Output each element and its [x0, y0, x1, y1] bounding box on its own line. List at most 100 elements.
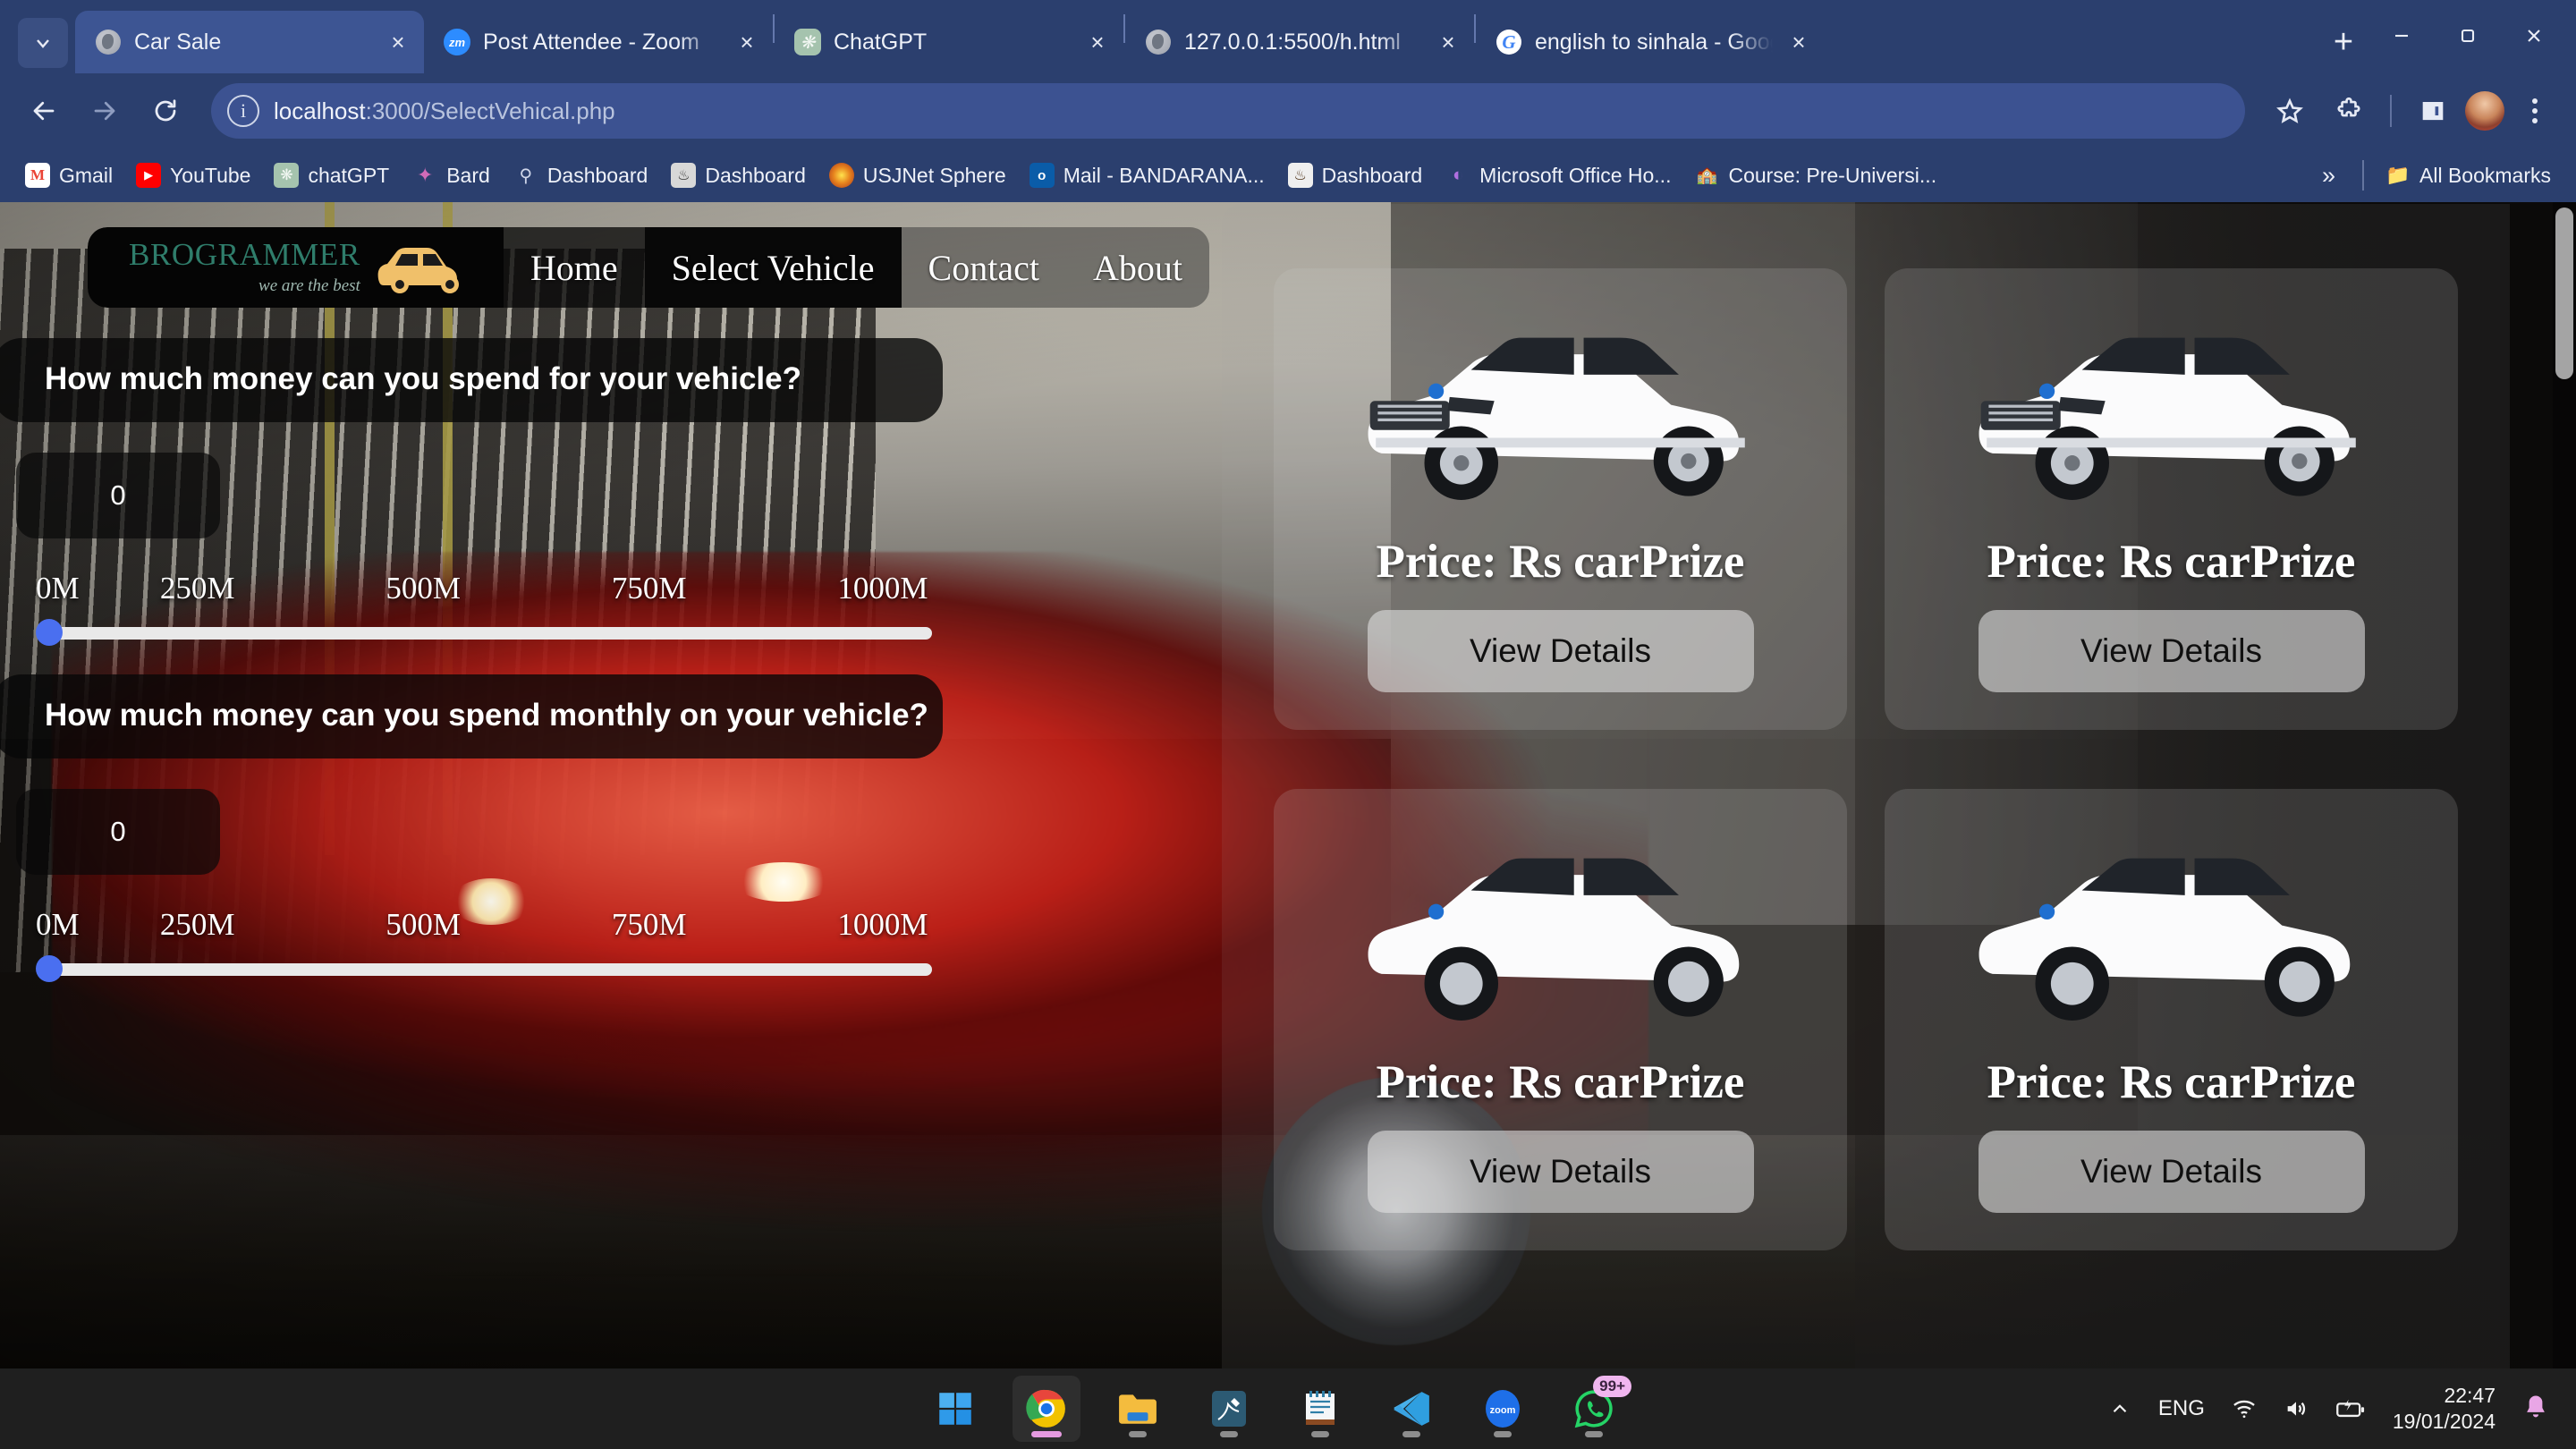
browser-tab-google-search[interactable]: G english to sinhala - Google Sea ×: [1476, 11, 1825, 73]
info-icon[interactable]: i: [227, 95, 259, 127]
side-panel-button[interactable]: [2406, 84, 2460, 138]
bookmarks-overflow-button[interactable]: »: [2306, 162, 2351, 190]
taskbar-file-explorer-button[interactable]: [1104, 1376, 1172, 1442]
nav-link-about[interactable]: About: [1065, 227, 1209, 308]
taskbar-start-button[interactable]: [921, 1376, 989, 1442]
volume-icon: [2287, 1402, 2306, 1416]
scrollbar-thumb[interactable]: [2555, 208, 2573, 379]
browser-tab-zoom[interactable]: zm Post Attendee - Zoom ×: [424, 11, 773, 73]
bookmark-label: Course: Pre-Universi...: [1728, 163, 1937, 187]
bookmark-usjnet-sphere[interactable]: USJNet Sphere: [818, 157, 1017, 194]
bookmark-chatgpt[interactable]: ❋ chatGPT: [263, 157, 400, 194]
monthly-budget-slider[interactable]: [36, 955, 932, 982]
taskbar-chrome-button[interactable]: [1013, 1376, 1080, 1442]
bookmark-youtube[interactable]: ▶ YouTube: [125, 157, 261, 194]
window-maximize-button[interactable]: [2435, 13, 2501, 59]
vehicle-card[interactable]: Price: Rs carPrize View Details: [1274, 268, 1847, 730]
tick-label: 250M: [159, 571, 235, 606]
forward-button[interactable]: [77, 83, 132, 139]
tab-close-button[interactable]: ×: [1785, 30, 1812, 54]
tab-title: 127.0.0.1:5500/h.html: [1184, 29, 1401, 55]
address-bar[interactable]: i localhost:3000/SelectVehical.php: [211, 83, 2245, 139]
vehicle-card[interactable]: Price: Rs carPrize View Details: [1885, 268, 2458, 730]
bookmark-gmail[interactable]: M Gmail: [14, 157, 123, 194]
google-icon: G: [1496, 29, 1522, 55]
browser-tab-chatgpt[interactable]: ❋ ChatGPT ×: [775, 11, 1123, 73]
nav-link-select-vehicle[interactable]: Select Vehicle: [644, 227, 902, 308]
wifi-button[interactable]: [2232, 1396, 2257, 1421]
bookmark-bard[interactable]: ✦ Bard: [402, 157, 501, 194]
filter-question-box: How much money can you spend monthly on …: [0, 674, 943, 758]
running-indicator: [1031, 1431, 1062, 1437]
battery-button[interactable]: [2335, 1398, 2366, 1419]
vehicle-card[interactable]: Price: Rs carPrize View Details: [1274, 789, 1847, 1250]
all-bookmarks-button[interactable]: 📁 All Bookmarks: [2375, 157, 2562, 194]
zoom-icon: zm: [444, 29, 470, 55]
window-close-button[interactable]: [2501, 13, 2567, 59]
monthly-budget-tick-labels: 0M 250M 500M 750M 1000M: [36, 907, 939, 943]
tab-close-button[interactable]: ×: [1084, 30, 1111, 54]
bookmark-label: Dashboard: [547, 163, 648, 187]
taskbar-vscode-button[interactable]: [1377, 1376, 1445, 1442]
total-budget-value: 0: [110, 479, 126, 511]
nav-link-contact[interactable]: Contact: [901, 227, 1066, 308]
taskbar-zoom-button[interactable]: zoom: [1469, 1376, 1537, 1442]
view-details-button[interactable]: View Details: [1367, 1131, 1754, 1213]
battery-charging-icon: [2336, 1399, 2364, 1418]
vehicle-card[interactable]: Price: Rs carPrize View Details: [1885, 789, 2458, 1250]
reload-button[interactable]: [138, 83, 193, 139]
view-details-button[interactable]: View Details: [1367, 610, 1754, 692]
window-minimize-button[interactable]: [2368, 13, 2435, 59]
chrome-menu-button[interactable]: [2510, 98, 2560, 123]
tab-close-button[interactable]: ×: [385, 30, 411, 54]
dashboard-icon: ♨: [671, 163, 697, 188]
bookmark-dashboard-1[interactable]: ⚲ Dashboard: [503, 157, 659, 194]
slider-thumb[interactable]: [36, 619, 63, 646]
volume-button[interactable]: [2284, 1396, 2309, 1421]
vehicle-price: Price: Rs carPrize: [1987, 1056, 2356, 1108]
tick-label: 250M: [159, 907, 235, 942]
course-icon: 🏫: [1696, 166, 1718, 185]
bookmark-microsoft-office[interactable]: ◐ Microsoft Office Ho...: [1435, 157, 1682, 194]
bookmark-mail-outlook[interactable]: o Mail - BANDARANA...: [1019, 157, 1275, 194]
tab-close-button[interactable]: ×: [733, 30, 760, 54]
taskbar-clock[interactable]: 22:47 19/01/2024: [2393, 1383, 2496, 1435]
extensions-button[interactable]: [2322, 84, 2376, 138]
tab-close-button[interactable]: ×: [1435, 30, 1462, 54]
view-details-button[interactable]: View Details: [1978, 610, 2365, 692]
wifi-icon: [2233, 1400, 2255, 1419]
bookmark-course-pre-university[interactable]: 🏫 Course: Pre-Universi...: [1683, 157, 1947, 194]
taskbar-notepad-button[interactable]: [1286, 1376, 1354, 1442]
vehicle-price: Price: Rs carPrize: [1376, 1056, 1745, 1108]
white-suv-image: [1304, 308, 1817, 512]
back-button[interactable]: [16, 83, 72, 139]
white-suv-image: [1915, 828, 2428, 1032]
view-details-button[interactable]: View Details: [1978, 1131, 2365, 1213]
new-tab-button[interactable]: +: [2318, 17, 2368, 67]
bookmark-dashboard-2[interactable]: ♨ Dashboard: [660, 157, 817, 194]
running-indicator: [1494, 1431, 1512, 1437]
folder-icon: 📁: [2385, 164, 2411, 186]
brand-logo[interactable]: BROGRAMMER we are the best: [88, 227, 504, 308]
taskbar-mysql-workbench-button[interactable]: [1195, 1376, 1263, 1442]
bookmark-dashboard-3[interactable]: ♨ Dashboard: [1277, 157, 1434, 194]
filter-question-label: How much money can you spend for your ve…: [45, 361, 801, 396]
bookmark-star-button[interactable]: [2263, 84, 2317, 138]
gmail-icon: M: [25, 163, 50, 188]
browser-tab-car-sale[interactable]: Car Sale ×: [75, 11, 424, 73]
brand-name: BROGRAMMER: [129, 237, 360, 272]
browser-tab-localhost-h[interactable]: 127.0.0.1:5500/h.html ×: [1125, 11, 1474, 73]
notification-button[interactable]: [2522, 1394, 2549, 1424]
page-scrollbar[interactable]: [2553, 202, 2576, 1368]
tray-overflow-button[interactable]: [2108, 1397, 2131, 1420]
slider-thumb[interactable]: [36, 955, 63, 982]
nav-link-home[interactable]: Home: [503, 227, 645, 308]
arrow-right-icon: [94, 101, 115, 121]
language-indicator[interactable]: ENG: [2158, 1396, 2205, 1421]
tab-search-button[interactable]: [18, 18, 68, 68]
total-budget-slider[interactable]: [36, 619, 932, 646]
taskbar-whatsapp-button[interactable]: 99+: [1560, 1376, 1631, 1442]
brand-tagline: we are the best: [258, 276, 360, 295]
windows-taskbar: zoom 99+ ENG 22:47 19/01/2024: [0, 1368, 2576, 1449]
profile-avatar[interactable]: [2465, 91, 2504, 131]
